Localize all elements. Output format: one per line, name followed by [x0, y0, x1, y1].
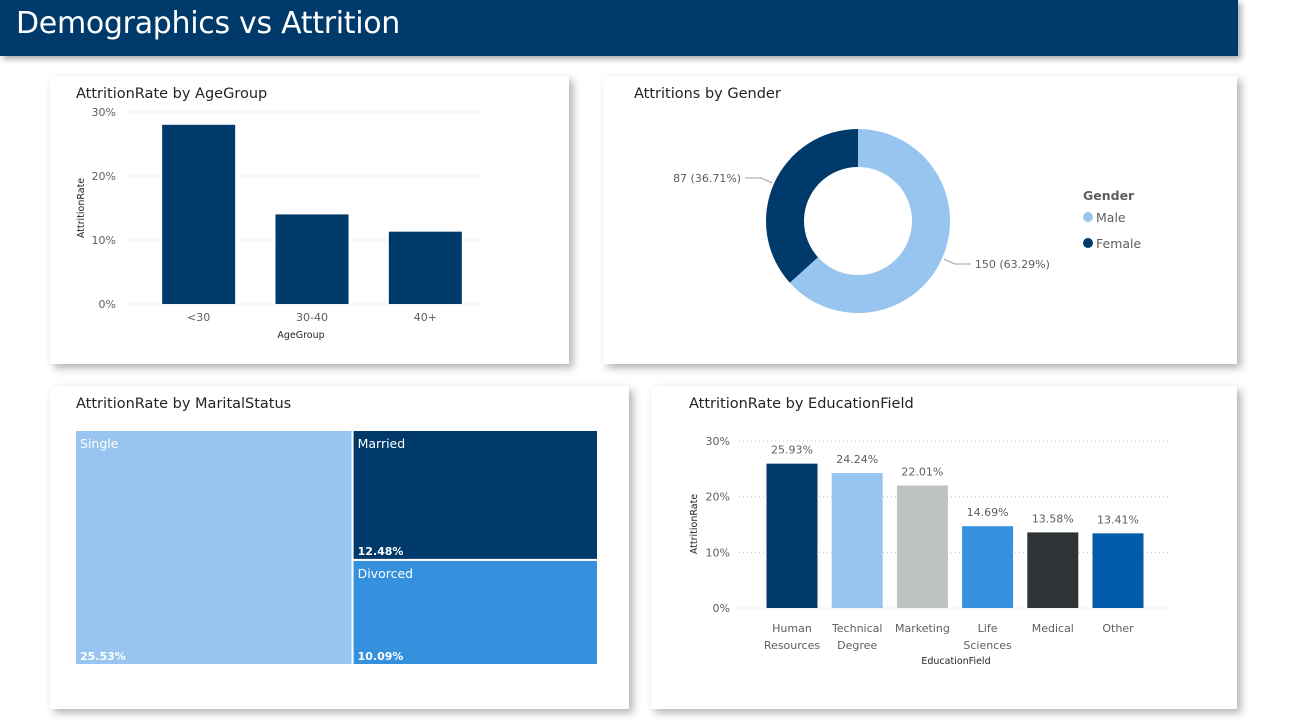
treemap-label: Married	[358, 436, 406, 451]
treemap-value: 25.53%	[80, 650, 126, 663]
marital-chart: Single 25.53% Married 12.48% Divorced 10.09%	[74, 429, 600, 666]
gender-chart: 150 (63.29%) 87 (36.71%) Gender Male Female	[673, 129, 1142, 313]
bar	[896, 485, 948, 608]
donut-slice	[766, 129, 858, 283]
x-tick-label: Degree	[837, 639, 877, 652]
treemap-label: Single	[80, 436, 119, 451]
data-label: 22.01%	[901, 465, 943, 478]
data-label: 14.69%	[967, 506, 1009, 519]
x-tick-label: Marketing	[895, 622, 950, 635]
x-tick-label: Sciences	[963, 639, 1012, 652]
age-chart: 0% 10% 20% 30% <30 30-40 40+ AgeGroup AttritionR…	[76, 106, 478, 341]
y-axis-title: AttritionRate	[689, 494, 700, 554]
y-tick-label: 0%	[99, 298, 116, 311]
x-axis-title: AgeGroup	[277, 330, 324, 341]
data-label: 13.41%	[1097, 513, 1139, 526]
bar	[766, 463, 818, 608]
bar	[162, 124, 236, 304]
x-tick-label: Resources	[764, 639, 820, 652]
legend-marker	[1083, 238, 1093, 248]
legend-marker	[1083, 212, 1093, 222]
page-header: Demographics vs Attrition	[0, 0, 1238, 56]
y-tick-label: 20%	[706, 491, 730, 504]
y-tick-label: 30%	[706, 435, 730, 448]
data-label: 25.93%	[771, 444, 813, 457]
legend-label: Male	[1096, 210, 1126, 225]
y-axis-title: AttritionRate	[76, 178, 87, 238]
x-tick-label: Other	[1102, 622, 1134, 635]
bar	[1027, 532, 1079, 608]
y-tick-label: 20%	[92, 170, 116, 183]
data-label: 87 (36.71%)	[673, 172, 741, 185]
treemap-value: 10.09%	[358, 650, 404, 663]
x-tick-label: Human	[772, 622, 812, 635]
y-tick-label: 10%	[706, 546, 730, 559]
x-tick-label: Technical	[831, 622, 883, 635]
marital-chart-card[interactable]: AttritionRate by MaritalStatus Single 25.…	[50, 386, 629, 709]
x-tick-label: Medical	[1032, 622, 1074, 635]
age-chart-card[interactable]: AttritionRate by AgeGroup 0% 10% 20% 30% <30…	[50, 76, 569, 364]
x-tick-label: 40+	[414, 311, 437, 324]
data-label: 150 (63.29%)	[975, 258, 1050, 271]
leader-line	[745, 177, 773, 184]
data-label: 13.58%	[1032, 512, 1074, 525]
x-tick-label: 30-40	[296, 311, 328, 324]
treemap-label: Divorced	[358, 566, 414, 581]
y-tick-label: 0%	[713, 602, 730, 615]
treemap-tile	[74, 429, 354, 666]
legend-title: Gender	[1083, 188, 1135, 203]
bar	[275, 214, 349, 304]
education-chart: 0% 10% 20% 30% 25.93% Human Resources 24.24% Tec…	[689, 435, 1169, 667]
y-tick-label: 10%	[92, 234, 116, 247]
treemap-value: 12.48%	[358, 545, 404, 558]
bar	[1092, 533, 1144, 608]
legend-label: Female	[1096, 236, 1142, 251]
bar	[962, 526, 1014, 608]
x-tick-label: <30	[187, 311, 210, 324]
y-tick-label: 30%	[92, 106, 116, 119]
bar	[831, 473, 883, 608]
page-title: Demographics vs Attrition	[16, 6, 401, 41]
data-label: 24.24%	[836, 453, 878, 466]
gender-chart-card[interactable]: Attritions by Gender 150 (63.29%) 87 (36.…	[603, 76, 1237, 364]
bar	[388, 231, 462, 304]
leader-line	[943, 258, 971, 265]
education-chart-card[interactable]: AttritionRate by EducationField 0% 10% 20%…	[651, 386, 1237, 709]
x-axis-title: EducationField	[921, 656, 990, 667]
x-tick-label: Life	[978, 622, 998, 635]
